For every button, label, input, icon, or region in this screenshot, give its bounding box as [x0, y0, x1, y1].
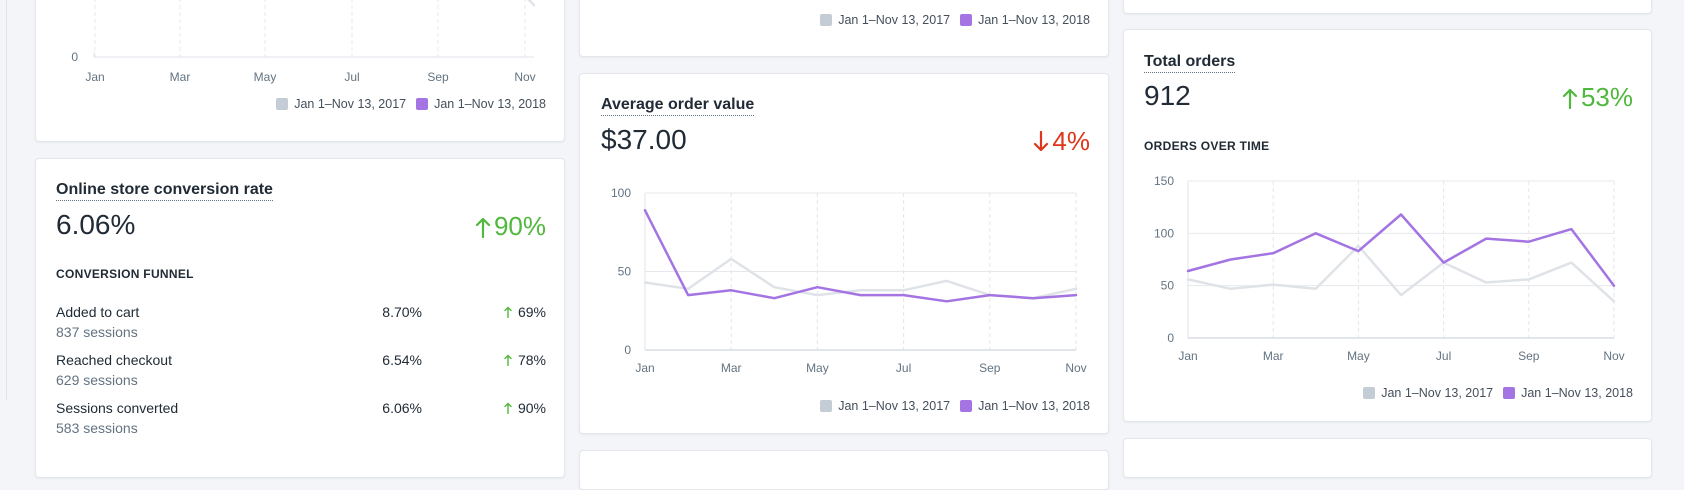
funnel-step-rate: 6.06%	[382, 400, 422, 416]
orders-over-time-chart: 0 50 100 150 Jan Mar May Jul Sep Nov	[1154, 174, 1625, 363]
average-order-value-chart: 0 50 100 Jan Mar May Jul Sep Nov	[611, 186, 1087, 375]
conversion-rate-card: Online store conversion rate 6.06% 90% C…	[35, 158, 565, 478]
series-line-2017	[1186, 244, 1616, 303]
legend-label-2018: Jan 1–Nov 13, 2018	[978, 399, 1090, 413]
top-left-chart: 0 Jan Mar May Jul Sep Nov	[71, 0, 536, 84]
legend: Jan 1–Nov 13, 2017 Jan 1–Nov 13, 2018	[1363, 386, 1633, 400]
x-tick-label: Sep	[979, 361, 1001, 375]
arrow-up-icon	[504, 402, 512, 414]
legend-item-2017: Jan 1–Nov 13, 2017	[276, 97, 406, 111]
legend-swatch-2018	[416, 98, 429, 110]
legend-swatch-2018	[960, 400, 973, 412]
funnel-step-change: 78%	[504, 352, 546, 368]
y-tick-label: 0	[624, 343, 631, 357]
funnel-step-name: Reached checkout	[56, 352, 172, 368]
legend-swatch-2017	[1363, 387, 1376, 399]
legend-swatch-2017	[276, 98, 289, 110]
top-left-chart-card: 0 Jan Mar May Jul Sep Nov Jan 1–Nov 13, 2017 …	[35, 0, 565, 142]
legend-item-2017: Jan 1–Nov 13, 2017	[820, 13, 950, 27]
x-tick-label: Jul	[1436, 349, 1451, 363]
x-tick-label: May	[806, 361, 829, 375]
funnel-row-reached-checkout: Reached checkout 629 sessions 6.54% 78%	[56, 352, 546, 396]
funnel-row-sessions-converted: Sessions converted 583 sessions 6.06% 90…	[56, 400, 546, 444]
legend-label-2017: Jan 1–Nov 13, 2017	[294, 97, 407, 111]
x-tick-label: Nov	[1603, 349, 1624, 363]
x-tick-label: Mar	[170, 70, 191, 84]
funnel-step-sessions: 837 sessions	[56, 324, 138, 340]
middle-top-card: Jan 1–Nov 13, 2017 Jan 1–Nov 13, 2018	[579, 0, 1109, 57]
x-tick-label: May	[254, 70, 277, 84]
legend-item-2017: Jan 1–Nov 13, 2017	[820, 399, 950, 413]
x-tick-label: Nov	[1065, 361, 1086, 375]
x-tick-label: Sep	[1518, 349, 1540, 363]
x-tick-label: Jul	[344, 70, 359, 84]
funnel-step-change-value: 78%	[517, 352, 546, 368]
legend-item-2017: Jan 1–Nov 13, 2017	[1363, 386, 1493, 400]
conversion-rate-change-value: 90%	[493, 211, 546, 241]
legend-swatch-2018	[1503, 387, 1516, 399]
series-line-2018	[1186, 213, 1616, 287]
total-orders-card: Total orders 912 53% ORDERS OVER TIME 05…	[1123, 29, 1652, 422]
funnel-step-rate: 6.54%	[382, 352, 422, 368]
funnel-step-change-value: 69%	[517, 304, 546, 320]
funnel-step-sessions: 629 sessions	[56, 372, 138, 388]
right-bottom-card	[1123, 438, 1652, 478]
x-tick-label: Sep	[427, 70, 449, 84]
conversion-rate-value: 6.06%	[56, 209, 136, 240]
funnel-step-change: 90%	[504, 400, 546, 416]
arrow-up-icon	[504, 354, 512, 366]
arrow-up-icon	[475, 217, 491, 238]
legend: Jan 1–Nov 13, 2017 Jan 1–Nov 13, 2018	[276, 97, 546, 111]
funnel-step-name: Sessions converted	[56, 400, 179, 416]
conversion-rate-title[interactable]: Online store conversion rate	[56, 181, 273, 201]
legend-item-2018: Jan 1–Nov 13, 2018	[416, 97, 546, 111]
legend-swatch-2017	[820, 400, 833, 412]
legend-label-2018: Jan 1–Nov 13, 2018	[1521, 386, 1633, 400]
funnel-step-rate: 8.70%	[382, 304, 422, 320]
x-tick-label: May	[1347, 349, 1370, 363]
y-tick-label: 100	[611, 186, 631, 200]
page-edge-divider	[6, 0, 7, 400]
arrow-up-icon	[504, 306, 512, 318]
funnel-row-added-to-cart: Added to cart 837 sessions 8.70% 69%	[56, 304, 546, 348]
x-tick-label: Nov	[514, 70, 535, 84]
legend-item-2018: Jan 1–Nov 13, 2018	[960, 13, 1090, 27]
x-tick-label: Jan	[635, 361, 654, 375]
legend-item-2018: Jan 1–Nov 13, 2018	[960, 399, 1090, 413]
y-tick-label: 0	[1167, 331, 1174, 345]
series-line-fragment	[527, 0, 536, 7]
legend-label-2017: Jan 1–Nov 13, 2017	[838, 399, 951, 413]
average-order-value-card: Average order value $37.00 4% 0 50 100 Jan M…	[579, 73, 1109, 434]
funnel-step-name: Added to cart	[56, 304, 140, 320]
legend-swatch-2017	[820, 14, 833, 26]
x-tick-label: Jul	[896, 361, 911, 375]
conversion-funnel-label: CONVERSION FUNNEL	[56, 267, 194, 281]
y-tick-label: 100	[1154, 226, 1174, 240]
legend-item-2018: Jan 1–Nov 13, 2018	[1503, 386, 1633, 400]
legend-label-2017: Jan 1–Nov 13, 2017	[838, 13, 951, 27]
funnel-step-sessions: 583 sessions	[56, 420, 138, 436]
x-tick-label: Jan	[85, 70, 104, 84]
legend: Jan 1–Nov 13, 2017 Jan 1–Nov 13, 2018	[820, 13, 1090, 27]
y-tick-label-0: 0	[71, 50, 78, 64]
x-tick-label: Mar	[1263, 349, 1284, 363]
legend-label-2017: Jan 1–Nov 13, 2017	[1381, 386, 1494, 400]
funnel-step-change: 69%	[504, 304, 546, 320]
legend-swatch-2018	[960, 14, 973, 26]
x-tick-label: Mar	[721, 361, 742, 375]
series-line-2018	[643, 209, 1078, 303]
conversion-rate-change: 90%	[475, 211, 546, 242]
y-tick-label: 50	[618, 265, 632, 279]
legend: Jan 1–Nov 13, 2017 Jan 1–Nov 13, 2018	[820, 399, 1090, 413]
x-tick-label: Jan	[1178, 349, 1197, 363]
legend-label-2018: Jan 1–Nov 13, 2018	[434, 97, 546, 111]
middle-bottom-card	[579, 450, 1109, 490]
legend-label-2018: Jan 1–Nov 13, 2018	[978, 13, 1090, 27]
funnel-step-change-value: 90%	[517, 400, 546, 416]
y-tick-label: 150	[1154, 174, 1174, 188]
right-top-card	[1123, 0, 1652, 14]
y-tick-label: 50	[1161, 279, 1175, 293]
